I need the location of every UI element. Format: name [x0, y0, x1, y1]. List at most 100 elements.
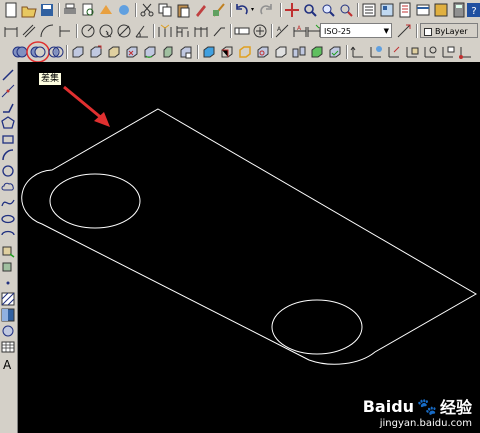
ordinate-dimension-icon[interactable]	[57, 23, 73, 39]
check-icon[interactable]	[327, 44, 343, 60]
move-faces-icon[interactable]	[88, 44, 104, 60]
separate-icon[interactable]	[291, 44, 307, 60]
taper-faces-icon[interactable]	[160, 44, 176, 60]
paste-icon[interactable]	[175, 2, 191, 18]
markup-set-manager-icon[interactable]	[433, 2, 449, 18]
dimension-style-select[interactable]: ISO-25 ▼	[320, 23, 392, 38]
ucs-world-icon[interactable]	[368, 44, 384, 60]
hatch-icon[interactable]	[1, 292, 15, 306]
undo-icon[interactable]	[234, 2, 250, 18]
jogged-dimension-icon[interactable]	[98, 23, 114, 39]
properties-icon[interactable]	[361, 2, 377, 18]
intersect-icon[interactable]	[48, 44, 64, 60]
chevron-down-icon: ▼	[383, 27, 389, 35]
paw-icon: 🐾	[417, 396, 437, 416]
make-block-icon[interactable]	[1, 260, 15, 274]
svg-text:?: ?	[471, 6, 476, 17]
insert-block-icon[interactable]	[1, 244, 15, 258]
undo-dropdown-icon[interactable]: ▾	[251, 6, 254, 13]
baseline-dimension-icon[interactable]	[175, 23, 191, 39]
shell-icon[interactable]	[309, 44, 325, 60]
ucs-origin-icon[interactable]	[458, 44, 474, 60]
circle-icon[interactable]	[1, 164, 15, 178]
layer-color-value: ByLayer	[435, 27, 468, 36]
match-properties-icon[interactable]	[193, 2, 209, 18]
design-center-icon[interactable]	[379, 2, 395, 18]
aligned-dimension-icon[interactable]	[21, 23, 37, 39]
zoom-window-icon[interactable]	[320, 2, 336, 18]
extrude-faces-icon[interactable]	[70, 44, 86, 60]
polygon-icon[interactable]	[1, 116, 15, 130]
linear-dimension-icon[interactable]	[3, 23, 19, 39]
pan-icon[interactable]	[284, 2, 300, 18]
tolerance-icon[interactable]	[234, 23, 250, 39]
redo-icon[interactable]	[258, 2, 274, 18]
rotate-faces-icon[interactable]	[142, 44, 158, 60]
watermark: Baidu 🐾 经验 jingyan.baidu.com	[363, 394, 472, 430]
draw-toolbar: A	[0, 62, 18, 433]
ucs-previous-icon[interactable]	[386, 44, 402, 60]
ucs-icon[interactable]	[350, 44, 366, 60]
revision-cloud-icon[interactable]	[1, 180, 15, 194]
tool-palettes-icon[interactable]	[397, 2, 413, 18]
zoom-realtime-icon[interactable]	[302, 2, 318, 18]
ucs-view-icon[interactable]	[440, 44, 456, 60]
arc-length-icon[interactable]	[39, 23, 55, 39]
delete-faces-icon[interactable]	[124, 44, 140, 60]
hole-right[interactable]	[271, 299, 363, 355]
block-editor-icon[interactable]	[211, 2, 227, 18]
sheet-set-manager-icon[interactable]	[415, 2, 431, 18]
color-faces-icon[interactable]	[201, 44, 217, 60]
point-icon[interactable]	[1, 276, 15, 290]
publish-icon[interactable]	[98, 2, 114, 18]
open-file-icon[interactable]	[21, 2, 37, 18]
color-edges-icon[interactable]	[237, 44, 253, 60]
ucs-face-icon[interactable]	[404, 44, 420, 60]
construction-line-icon[interactable]	[1, 84, 15, 98]
tooltip: 差集	[38, 72, 63, 86]
copy-icon[interactable]	[157, 2, 173, 18]
copy-faces-icon[interactable]	[178, 44, 194, 60]
layer-color-select[interactable]: ByLayer	[420, 23, 478, 38]
zoom-previous-icon[interactable]	[338, 2, 354, 18]
quick-dimension-icon[interactable]	[157, 23, 173, 39]
quickcalc-icon[interactable]	[451, 2, 467, 18]
offset-faces-icon[interactable]	[106, 44, 122, 60]
imprint-icon[interactable]	[255, 44, 271, 60]
ellipse-icon[interactable]	[1, 212, 15, 226]
continue-dimension-icon[interactable]	[193, 23, 209, 39]
drawing-canvas[interactable]	[18, 62, 480, 433]
table-icon[interactable]	[1, 340, 15, 354]
line-icon[interactable]	[1, 68, 15, 82]
spline-icon[interactable]	[1, 196, 15, 210]
dimension-edit-icon[interactable]: A	[274, 23, 290, 39]
plate-outline[interactable]	[21, 108, 477, 365]
ellipse-arc-icon[interactable]	[1, 228, 15, 242]
dimension-style-icon[interactable]	[396, 23, 412, 39]
copy-edges-icon[interactable]	[219, 44, 235, 60]
cut-icon[interactable]	[139, 2, 155, 18]
save-icon[interactable]	[39, 2, 55, 18]
diameter-dimension-icon[interactable]	[116, 23, 132, 39]
watermark-brand-en: Baidu	[362, 396, 415, 416]
plot-preview-icon[interactable]	[80, 2, 96, 18]
help-icon[interactable]: ?	[466, 2, 480, 18]
quick-leader-icon[interactable]	[211, 23, 227, 39]
watermark-brand: Baidu 🐾 经验	[363, 394, 472, 418]
ucs-object-icon[interactable]	[422, 44, 438, 60]
radius-dimension-icon[interactable]	[80, 23, 96, 39]
plot-icon[interactable]	[62, 2, 78, 18]
gradient-icon[interactable]	[1, 308, 15, 322]
center-mark-icon[interactable]	[252, 23, 268, 39]
angular-dimension-icon[interactable]	[134, 23, 150, 39]
3d-dwf-icon[interactable]	[116, 2, 132, 18]
solids-editing-toolbar	[0, 41, 480, 63]
rectangle-icon[interactable]	[1, 132, 15, 146]
hole-left[interactable]	[49, 173, 141, 229]
new-file-icon[interactable]	[3, 2, 19, 18]
clean-icon[interactable]	[273, 44, 289, 60]
multiline-text-icon[interactable]: A	[3, 358, 11, 372]
region-icon[interactable]	[1, 324, 15, 338]
arc-icon[interactable]	[1, 148, 15, 162]
polyline-icon[interactable]	[1, 100, 15, 114]
